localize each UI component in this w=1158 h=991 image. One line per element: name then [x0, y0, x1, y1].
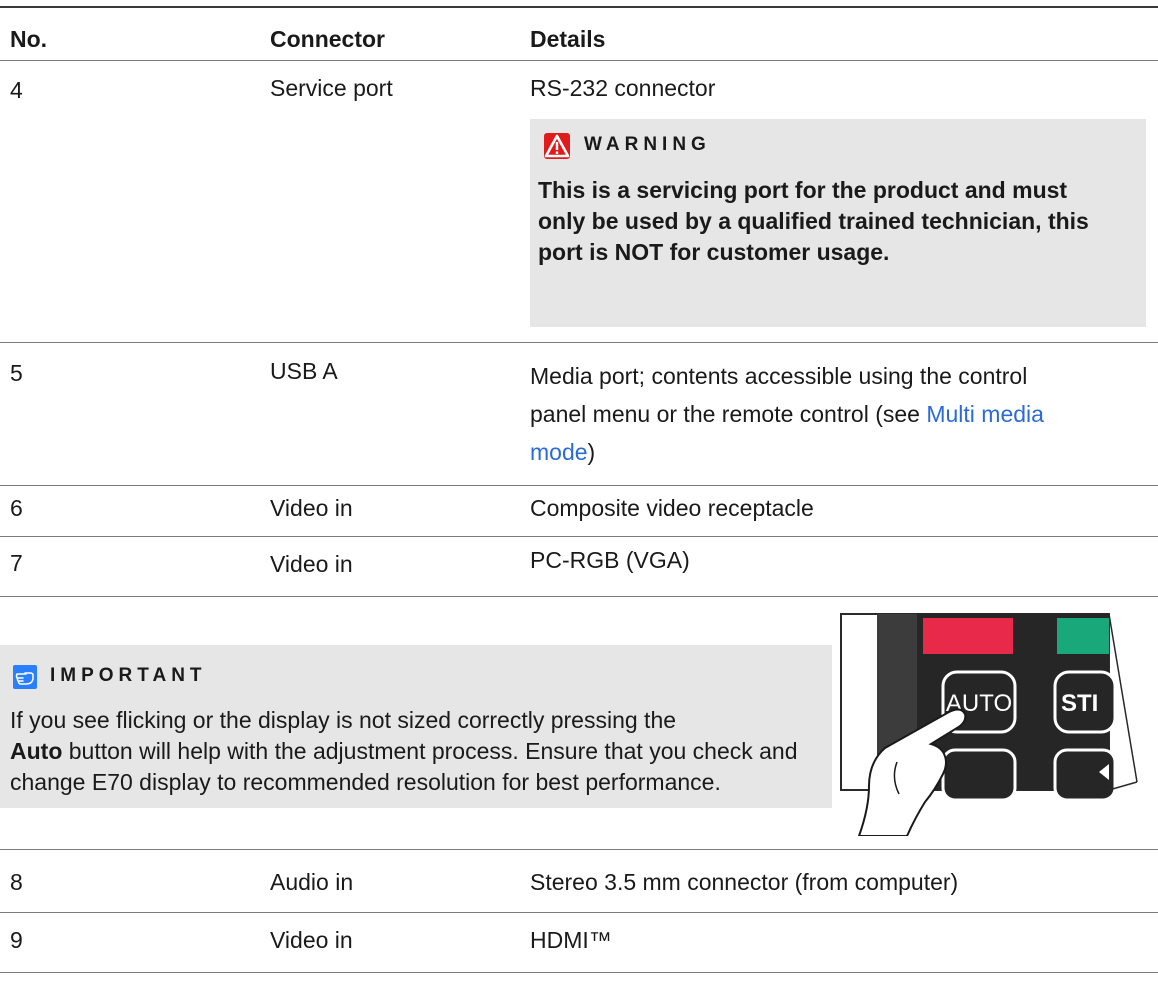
row-5-no: 5 — [10, 360, 23, 386]
row-rule-4 — [0, 342, 1158, 343]
row-rule-note — [0, 849, 1158, 850]
important-text-post: button will help with the adjustment pro… — [10, 738, 798, 795]
row-9-no: 9 — [10, 927, 23, 953]
row-8-details: Stereo 3.5 mm connector (from computer) — [530, 869, 959, 895]
partial-button-label: STI — [1061, 690, 1098, 717]
warning-box: WARNING This is a servicing port for the… — [530, 119, 1146, 327]
multi-media-mode-link-part1[interactable]: Multi media — [926, 401, 1044, 427]
row-4-details: RS-232 connector — [530, 75, 716, 101]
row-7-connector: Video in — [270, 551, 353, 577]
row-rule-7 — [0, 596, 1158, 597]
warning-text: This is a servicing port for the product… — [538, 177, 1089, 265]
row-6-no: 6 — [10, 495, 23, 521]
warning-icon — [544, 133, 570, 159]
column-header-no: No. — [10, 26, 48, 52]
row-7-no: 7 — [10, 550, 23, 576]
row-5-details: Media port; contents accessible using th… — [530, 357, 1044, 471]
row-6-connector: Video in — [270, 495, 353, 521]
remote-auto-button-illustration: AUTO STI — [839, 612, 1139, 837]
important-title: IMPORTANT — [50, 665, 207, 686]
row-9-details: HDMI™ — [530, 927, 612, 953]
row-rule-8 — [0, 912, 1158, 913]
row-rule-9 — [0, 972, 1158, 973]
row-5-connector: USB A — [270, 358, 338, 384]
row-6-details: Composite video receptacle — [530, 495, 814, 521]
row-4-no: 4 — [10, 77, 23, 103]
pointing-hand-icon — [13, 665, 37, 689]
important-box: IMPORTANT If you see flicking or the dis… — [0, 645, 832, 808]
table-top-rule — [0, 6, 1158, 8]
row-rule-5 — [0, 485, 1158, 486]
column-header-details: Details — [530, 26, 606, 52]
row-5-details-line1: Media port; contents accessible using th… — [530, 363, 1028, 389]
row-8-connector: Audio in — [270, 869, 354, 895]
row-5-details-close: ) — [587, 439, 596, 465]
row-7-details: PC-RGB (VGA) — [530, 547, 690, 573]
row-5-details-line2: panel menu or the remote control (see — [530, 401, 927, 427]
important-text-bold: Auto — [10, 738, 63, 764]
row-rule-6 — [0, 536, 1158, 537]
important-text: If you see flicking or the display is no… — [10, 705, 810, 798]
row-9-connector: Video in — [270, 927, 353, 953]
column-header-connector: Connector — [270, 26, 385, 52]
row-4-connector: Service port — [270, 75, 393, 101]
multi-media-mode-link-part2[interactable]: mode — [530, 439, 588, 465]
important-text-pre: If you see flicking or the display is no… — [10, 707, 677, 733]
warning-title: WARNING — [584, 134, 711, 155]
row-8-no: 8 — [10, 869, 23, 895]
header-rule — [0, 60, 1158, 61]
